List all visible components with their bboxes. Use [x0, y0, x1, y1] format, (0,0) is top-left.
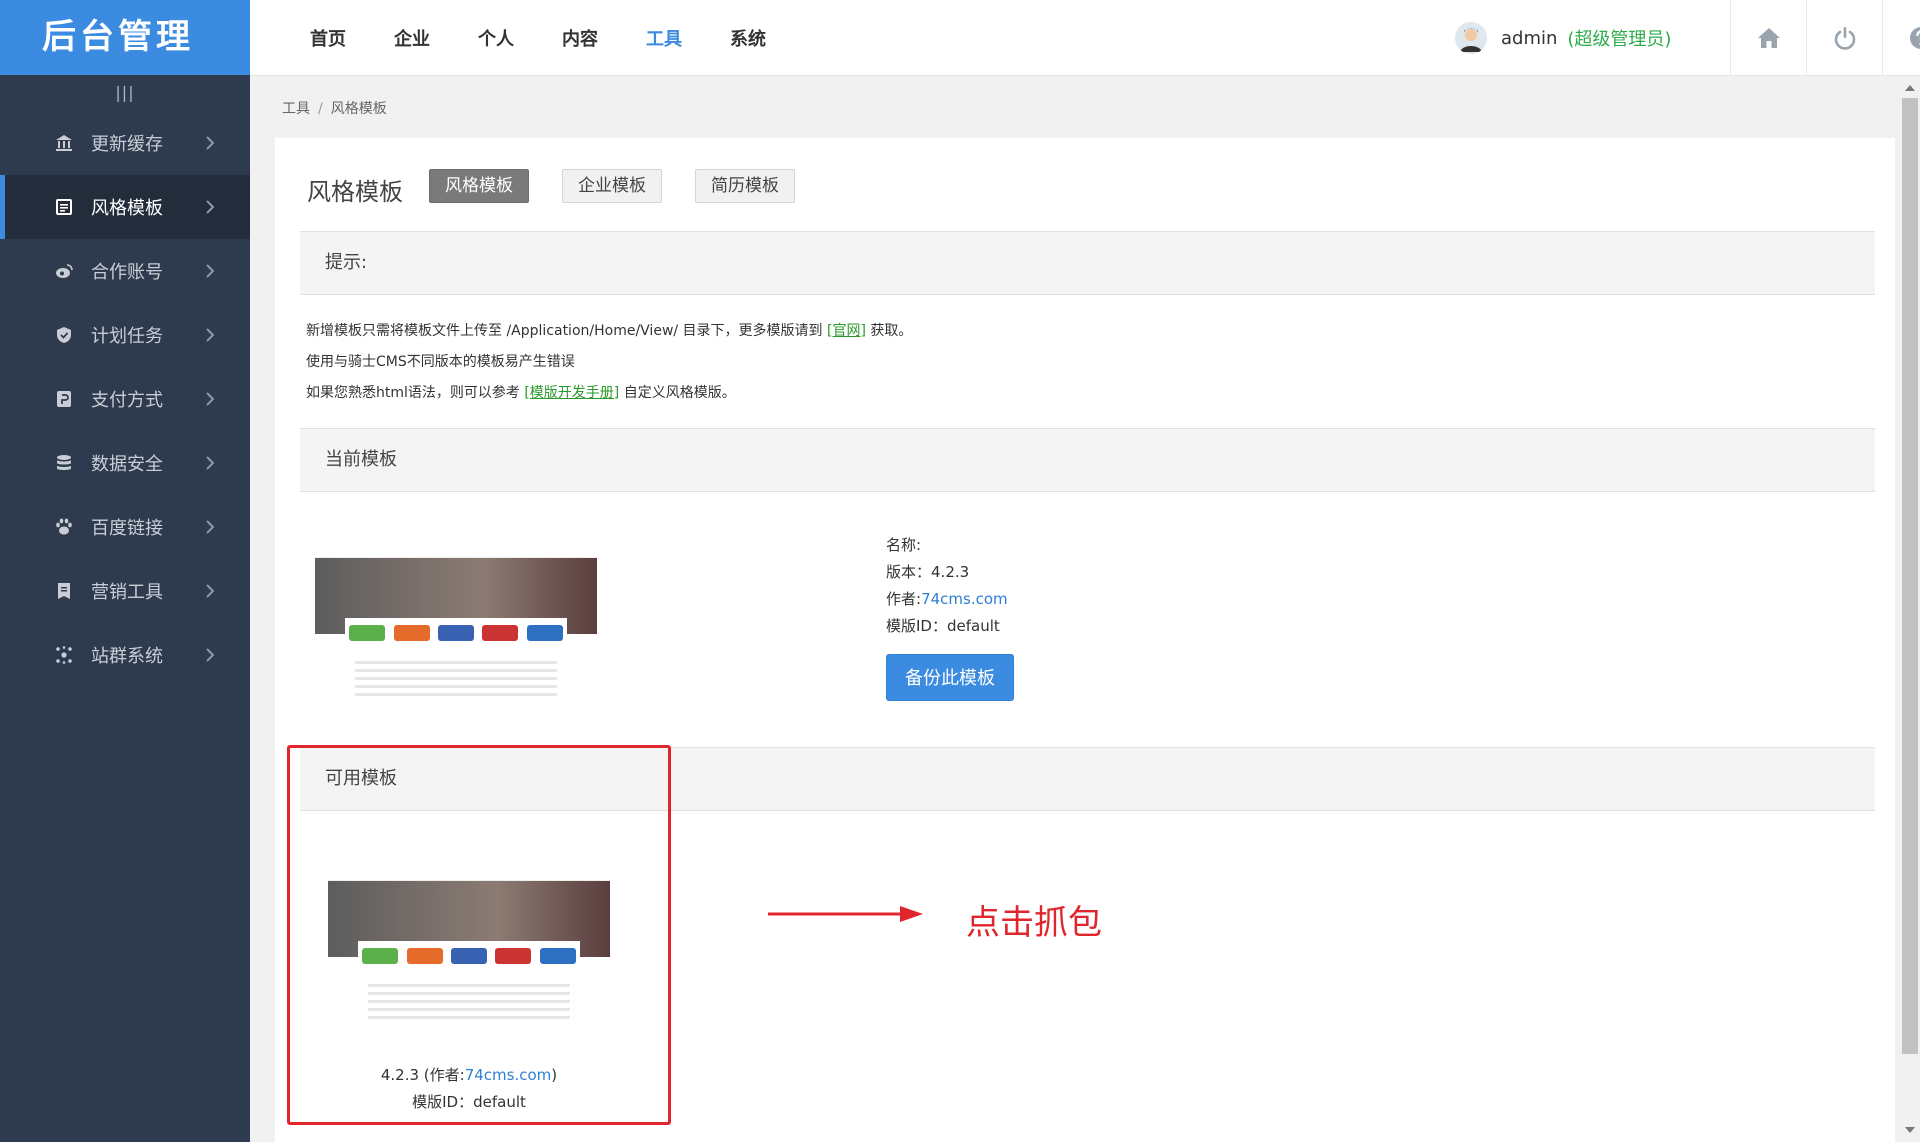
chevron-right-icon [206, 456, 215, 470]
thumb-rows [355, 656, 557, 701]
sidebar-item-baidu-links[interactable]: 百度链接 [0, 495, 250, 559]
weibo-icon [53, 260, 75, 282]
topnav-tools[interactable]: 工具 [646, 25, 682, 51]
shield-icon [53, 324, 75, 346]
chevron-right-icon [206, 136, 215, 150]
top-bar: 首页 企业 个人 内容 工具 系统 admin (超级管理员) [250, 0, 1920, 76]
sidebar: 后台管理 ||| 更新缓存 风格模板 合作账号 计划任务 支付方式 数据安全 百… [0, 0, 250, 1142]
scrollbar-thumb[interactable] [1902, 98, 1918, 1054]
logout-button[interactable] [1806, 0, 1882, 76]
sidebar-collapse-toggle[interactable]: ||| [0, 75, 250, 111]
name-label: 名称: [886, 536, 922, 554]
author-label: 作者: [886, 590, 922, 608]
author-link[interactable]: 74cms.com [921, 590, 1008, 608]
sidebar-item-label: 百度链接 [91, 518, 163, 539]
tab-enterprise-templates[interactable]: 企业模板 [562, 169, 662, 203]
sidebar-item-marketing-tools[interactable]: 营销工具 [0, 559, 250, 623]
chevron-right-icon [206, 584, 215, 598]
official-site-link[interactable]: [官网] [827, 323, 866, 339]
app-logo[interactable]: 后台管理 [0, 0, 250, 75]
topnav-personal[interactable]: 个人 [478, 25, 514, 51]
sidebar-item-site-cluster[interactable]: 站群系统 [0, 623, 250, 687]
sidebar-item-partner-accounts[interactable]: 合作账号 [0, 239, 250, 303]
template-id-value: default [946, 617, 1000, 635]
topnav-content[interactable]: 内容 [562, 25, 598, 51]
tip-line-2: 使用与骑士CMS不同版本的模板易产生错误 [306, 354, 575, 370]
sidebar-item-scheduled-tasks[interactable]: 计划任务 [0, 303, 250, 367]
payment-icon [53, 388, 75, 410]
tip-line-3: 如果您熟悉html语法，则可以参考 [模版开发手册] 自定义风格模版。 [306, 382, 736, 402]
sidebar-item-label: 数据安全 [91, 454, 163, 475]
page-scrollbar[interactable] [1900, 76, 1920, 1142]
home-button[interactable] [1730, 0, 1806, 76]
bank-icon [53, 132, 75, 154]
chevron-right-icon [206, 648, 215, 662]
dev-manual-link[interactable]: [模版开发手册] [524, 385, 619, 401]
annotation-label: 点击抓包 [966, 903, 1102, 943]
power-icon [1834, 27, 1855, 50]
chevron-right-icon [206, 328, 215, 342]
sidebar-item-label: 站群系统 [91, 646, 163, 667]
topnav-enterprise[interactable]: 企业 [394, 25, 430, 51]
current-template-heading: 当前模板 [300, 428, 1875, 492]
sidebar-item-label: 计划任务 [91, 326, 163, 347]
topnav-home[interactable]: 首页 [310, 25, 346, 51]
breadcrumb-current: 风格模板 [330, 101, 387, 117]
sidebar-item-label: 合作账号 [91, 262, 163, 283]
annotation-highlight-box [287, 745, 671, 1125]
user-menu[interactable]: admin (超级管理员) [1455, 20, 1671, 56]
backup-template-button[interactable]: 备份此模板 [886, 654, 1014, 701]
sidebar-item-payment[interactable]: 支付方式 [0, 367, 250, 431]
breadcrumb-parent[interactable]: 工具 [282, 101, 310, 117]
avatar [1455, 22, 1487, 54]
cluster-icon [53, 644, 75, 666]
user-role: (超级管理员) [1567, 29, 1672, 50]
home-icon [1757, 28, 1780, 48]
thumb-header [315, 532, 597, 558]
tip-text: 如果您熟悉html语法，则可以参考 [306, 385, 520, 401]
template-id-label: 模版ID： [886, 617, 947, 635]
breadcrumb: 工具 / 风格模板 [282, 98, 387, 118]
top-nav: 首页 企业 个人 内容 工具 系统 [310, 0, 814, 76]
tip-text: 自定义风格模版。 [623, 385, 736, 401]
annotation-arrow-icon [768, 906, 923, 922]
paw-icon [53, 516, 75, 538]
sidebar-item-templates[interactable]: 风格模板 [0, 175, 250, 239]
current-template-info: 名称: 版本：4.2.3 作者:74cms.com 模版ID：default [886, 532, 1008, 640]
chevron-right-icon [206, 200, 215, 214]
chevron-right-icon [206, 520, 215, 534]
page-title: 风格模板 [307, 178, 403, 206]
version-value: 4.2.3 [931, 563, 970, 581]
version-label: 版本： [886, 563, 932, 581]
book-icon [53, 580, 75, 602]
chevron-right-icon [206, 392, 215, 406]
database-icon [53, 452, 75, 474]
help-button[interactable] [1882, 0, 1920, 76]
tip-text: 获取。 [870, 323, 913, 339]
current-template-thumbnail[interactable] [315, 532, 597, 702]
sidebar-item-label: 支付方式 [91, 390, 163, 411]
sidebar-item-label: 营销工具 [91, 582, 163, 603]
tab-resume-templates[interactable]: 简历模板 [695, 169, 795, 203]
thumb-cards [345, 618, 567, 648]
user-name: admin [1501, 27, 1558, 49]
topnav-system[interactable]: 系统 [730, 25, 766, 51]
tips-heading: 提示: [300, 231, 1875, 295]
tip-text: 新增模板只需将模板文件上传至 /Application/Home/View/ 目… [306, 323, 823, 339]
chevron-right-icon [206, 264, 215, 278]
sidebar-item-data-security[interactable]: 数据安全 [0, 431, 250, 495]
tab-style-templates[interactable]: 风格模板 [429, 169, 529, 203]
sidebar-item-label: 更新缓存 [91, 134, 163, 155]
scroll-down-icon[interactable] [1905, 1127, 1915, 1133]
breadcrumb-separator: / [318, 101, 323, 117]
template-icon [53, 196, 75, 218]
tip-line-1: 新增模板只需将模板文件上传至 /Application/Home/View/ 目… [306, 320, 912, 340]
sidebar-item-label: 风格模板 [91, 198, 163, 219]
scroll-up-icon[interactable] [1905, 85, 1915, 91]
sidebar-item-cache[interactable]: 更新缓存 [0, 111, 250, 175]
help-icon [1909, 27, 1920, 49]
